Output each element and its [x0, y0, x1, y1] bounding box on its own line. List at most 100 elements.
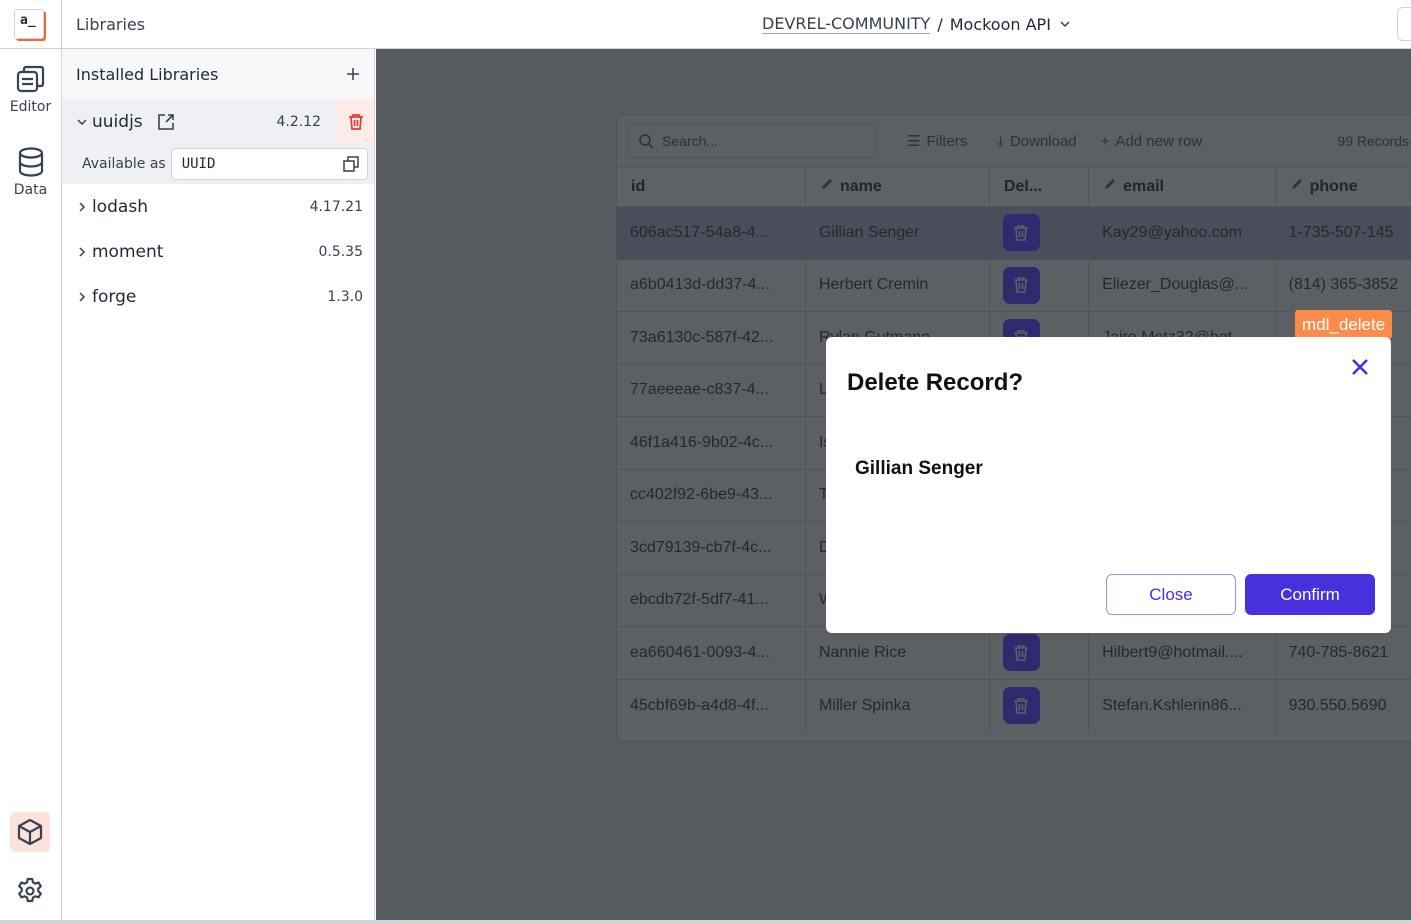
table-cell: 45cbf69b-a4d8-4f...: [617, 678, 806, 732]
edit-icon: [1291, 179, 1302, 189]
download-label: Download: [1009, 132, 1077, 150]
table-cell: Miller Spinka: [805, 678, 990, 732]
top-right-button[interactable]: [1397, 7, 1411, 41]
close-button[interactable]: Close: [1106, 574, 1236, 615]
package-icon: [17, 818, 43, 846]
available-as-field[interactable]: UUID: [170, 148, 368, 180]
search-input[interactable]: Search...: [627, 124, 877, 158]
delete-row-button[interactable]: [1002, 214, 1040, 252]
download-button[interactable]: ⤓ Download: [997, 133, 1076, 150]
trash-icon: [1014, 224, 1029, 241]
table-row[interactable]: a6b0413d-dd37-4... Herbert Cremin Eliezer_…: [617, 258, 1411, 312]
external-link-icon[interactable]: [157, 113, 175, 131]
libraries-panel: Installed Libraries uuidjs 4.2.12 Availa…: [62, 49, 375, 923]
available-as-value: UUID: [181, 156, 216, 172]
gear-icon: [18, 877, 42, 903]
table-cell: (814) 365-3852: [1275, 258, 1411, 312]
column-label: phone: [1309, 178, 1358, 195]
breadcrumb: DEVREL-COMMUNITY / Mockoon API: [762, 14, 1072, 34]
library-item-lodash[interactable]: lodash 4.17.21: [62, 184, 374, 229]
table-cell: 606ac517-54a8-4...: [617, 206, 806, 259]
table-cell: 46f1a416-9b02-4c...: [617, 416, 806, 469]
table-cell: Herbert Cremin: [805, 258, 990, 312]
filters-button[interactable]: ☰ Filters: [907, 132, 968, 151]
add-library-icon[interactable]: [346, 67, 360, 81]
breadcrumb-org[interactable]: DEVREL-COMMUNITY: [762, 14, 931, 34]
rail-item-libraries[interactable]: [10, 812, 50, 852]
library-item-uuidjs: uuidjs 4.2.12 Available as UUID: [62, 99, 374, 184]
rail-item-editor[interactable]: Editor: [0, 63, 61, 115]
page-title: Libraries: [76, 15, 146, 34]
table-cell: cc402f92-6be9-43...: [617, 468, 806, 522]
confirm-button[interactable]: Confirm: [1245, 574, 1375, 615]
database-icon: [18, 147, 43, 177]
chevron-down-icon: [77, 118, 87, 125]
edit-icon: [1105, 179, 1116, 189]
trash-icon: [1014, 697, 1029, 714]
breadcrumb-project[interactable]: Mockoon API: [950, 15, 1051, 34]
library-version: 1.3.0: [327, 288, 363, 305]
library-item-moment[interactable]: moment 0.5.35: [62, 229, 374, 274]
trash-icon: [348, 113, 363, 130]
trash-icon: [1014, 277, 1029, 294]
editor-icon: [16, 65, 44, 93]
table-cell: 930.550.5690: [1275, 678, 1411, 732]
table-cell: [989, 626, 1090, 679]
table-cell: 73a6130c-587f-42...: [617, 311, 806, 364]
table-cell: [989, 258, 1090, 312]
search-placeholder: Search...: [662, 133, 719, 149]
add-row-button[interactable]: + Add new row: [1101, 133, 1202, 150]
table-cell: [989, 678, 1090, 732]
column-label: id: [631, 177, 646, 195]
table-cell: 1-735-507-145: [1275, 206, 1411, 259]
table-cell: Gillian Senger: [805, 206, 990, 259]
table-row[interactable]: 606ac517-54a8-4... Gillian Senger Kay29@ya…: [617, 206, 1411, 259]
element-tag-label: mdl_delete: [1295, 310, 1393, 339]
edit-icon: [821, 179, 832, 189]
column-label: Del...: [1003, 177, 1043, 195]
copy-icon[interactable]: [342, 156, 359, 172]
delete-library-button[interactable]: [337, 99, 374, 144]
divider: [61, 0, 62, 49]
library-item-forge[interactable]: forge 1.3.0: [62, 274, 374, 319]
table-cell: 77aeeeae-c837-4...: [617, 363, 806, 417]
available-as-label: Available as: [82, 156, 166, 172]
table-cell: 740-785-8621: [1275, 626, 1411, 679]
record-name: Gillian Senger: [855, 458, 983, 479]
library-name: forge: [92, 286, 137, 307]
delete-record-dialog: Delete Record? Gillian Senger Close Conf…: [826, 337, 1391, 633]
settings-button[interactable]: [14, 875, 46, 912]
column-header[interactable]: email: [1088, 166, 1276, 207]
library-version: 4.2.12: [276, 113, 321, 130]
dialog-title: Delete Record?: [847, 369, 1024, 396]
column-header[interactable]: id: [617, 166, 806, 207]
app-logo[interactable]: a_: [14, 9, 44, 39]
table-cell: Kay29@yahoo.com: [1088, 206, 1276, 259]
delete-row-button[interactable]: [1002, 634, 1040, 672]
library-version: 4.17.21: [309, 198, 363, 215]
panel-title: Installed Libraries: [76, 64, 219, 84]
table-row[interactable]: ea660461-0093-4... Nannie Rice Hilbert9@ho…: [617, 626, 1411, 679]
rail-item-data[interactable]: Data: [0, 146, 61, 198]
column-header[interactable]: name: [805, 166, 990, 207]
column-header[interactable]: Del...: [989, 166, 1090, 207]
rail-label: Editor: [9, 99, 52, 115]
column-label: email: [1123, 178, 1164, 195]
delete-row-button[interactable]: [1002, 266, 1040, 304]
table-cell: a6b0413d-dd37-4...: [617, 258, 806, 312]
download-icon: ⤓: [997, 132, 1004, 150]
library-version: 0.5.35: [318, 243, 363, 260]
table-cell: 3cd79139-cb7f-4c...: [617, 521, 806, 574]
library-row[interactable]: uuidjs 4.2.12: [62, 99, 374, 144]
search-icon: [639, 134, 654, 149]
chevron-right-icon: [79, 246, 86, 257]
column-header[interactable]: phone: [1275, 166, 1411, 207]
chevron-down-icon[interactable]: [1058, 17, 1072, 31]
delete-row-button[interactable]: [1002, 687, 1040, 724]
breadcrumb-separator: /: [937, 14, 943, 34]
table-cell: ebcdb72f-5df7-41...: [617, 573, 806, 627]
close-icon[interactable]: [1350, 357, 1370, 377]
filters-label: Filters: [926, 132, 968, 150]
chevron-right-icon: [79, 291, 86, 302]
table-row[interactable]: 45cbf69b-a4d8-4f... Miller Spinka Stefan.K…: [617, 678, 1411, 732]
